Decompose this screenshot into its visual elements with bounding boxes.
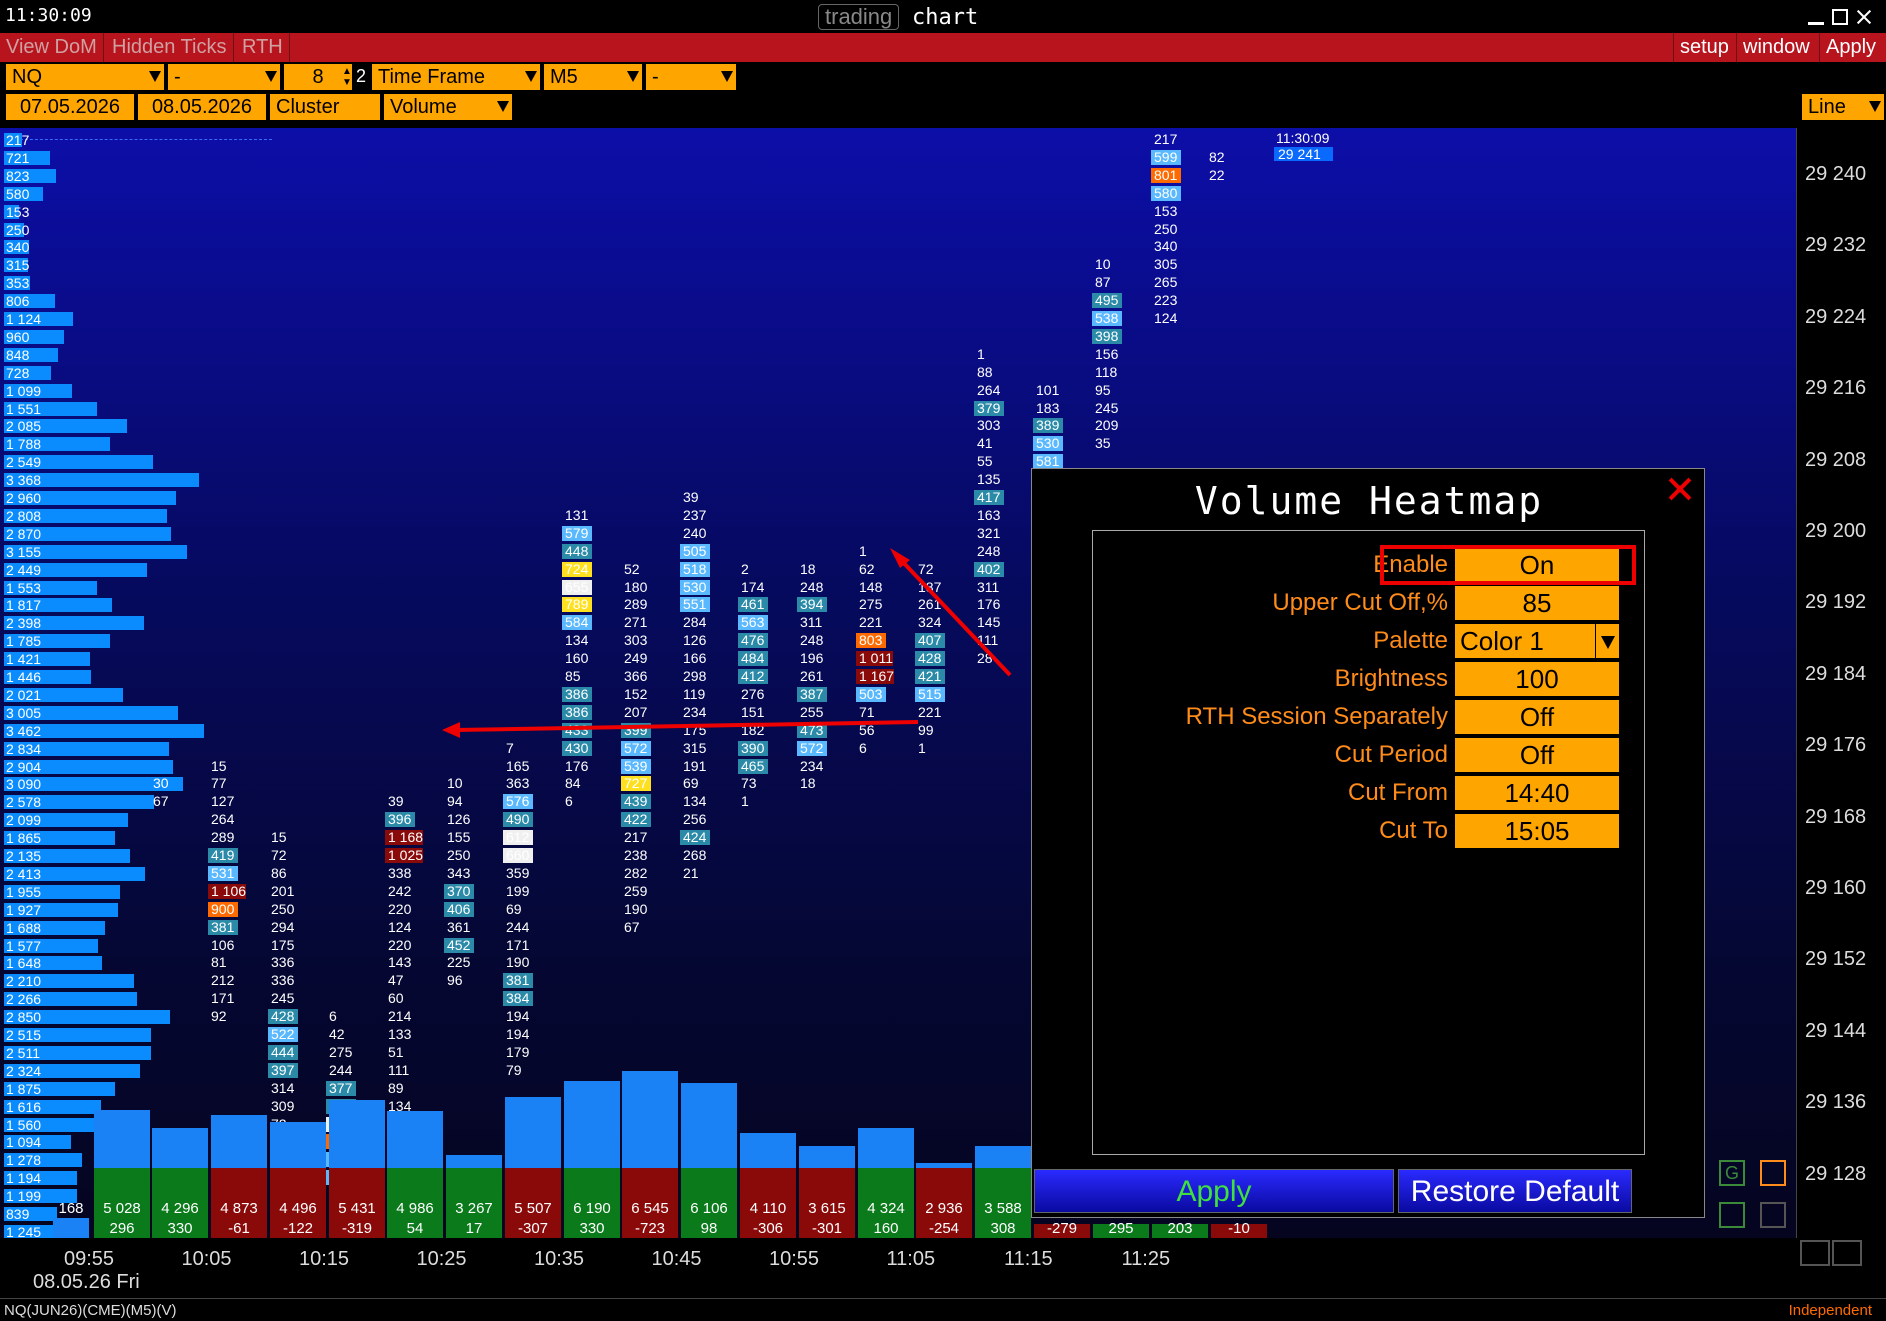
apply-button[interactable]: Apply: [1034, 1169, 1394, 1213]
mode-label: Independent: [1788, 1302, 1872, 1319]
setting-value[interactable]: 85: [1455, 586, 1619, 620]
setting-row: Cut Period Off: [1093, 738, 1646, 772]
setting-label: Palette: [1373, 627, 1448, 654]
setting-row: Brightness 100: [1093, 662, 1646, 696]
setting-row: Cut From 14:40: [1093, 776, 1646, 810]
setting-value[interactable]: 100: [1455, 662, 1619, 696]
scroll-right-icon[interactable]: [1832, 1240, 1862, 1266]
setting-value[interactable]: Color 1: [1455, 624, 1619, 658]
grid-icon[interactable]: G: [1719, 1160, 1745, 1186]
setting-row: Enable On: [1093, 545, 1646, 585]
close-icon[interactable]: [1666, 475, 1694, 503]
tag-icon[interactable]: [1760, 1160, 1786, 1186]
annotation-arrow-2: [454, 720, 919, 732]
setting-label: RTH Session Separately: [1185, 703, 1448, 730]
scroll-left-icon[interactable]: [1800, 1240, 1830, 1266]
annotation-arrow-1: [898, 557, 1012, 677]
crosshair-icon[interactable]: [1719, 1202, 1745, 1228]
setting-label: Upper Cut Off,%: [1272, 589, 1448, 616]
restore-default-button[interactable]: Restore Default: [1398, 1169, 1632, 1213]
setting-label: Brightness: [1334, 665, 1448, 692]
setting-value[interactable]: 14:40: [1455, 776, 1619, 810]
trading-chart-window: 11:30:09 trading chart View DoM Hidden T…: [0, 0, 1886, 1321]
setting-label: Cut From: [1347, 779, 1448, 806]
volume-heatmap-dialog: Volume Heatmap Enable On Upper Cut Off,% 85…: [1031, 468, 1705, 1218]
expand-icon[interactable]: [1760, 1202, 1786, 1228]
setting-value[interactable]: 15:05: [1455, 814, 1619, 848]
status-bar: NQ(JUN26)(CME)(M5)(V) Independent: [0, 1298, 1886, 1321]
dialog-title: Volume Heatmap: [1194, 479, 1544, 523]
setting-value[interactable]: Off: [1455, 738, 1619, 772]
settings-panel: Enable On Upper Cut Off,% 85 Palette Color 1 B…: [1092, 530, 1645, 1155]
arrow-head-icon: [442, 722, 460, 738]
setting-label: Cut Period: [1334, 741, 1448, 768]
setting-value[interactable]: Off: [1455, 700, 1619, 734]
instrument-label: NQ(JUN26)(CME)(M5)(V): [4, 1302, 177, 1319]
setting-label: Cut To: [1379, 817, 1448, 844]
setting-row: Cut To 15:05: [1093, 814, 1646, 848]
highlight-box: [1380, 545, 1636, 585]
setting-row: Upper Cut Off,% 85: [1093, 586, 1646, 620]
setting-row: RTH Session Separately Off: [1093, 700, 1646, 734]
dropdown-arrow-icon: [1595, 624, 1619, 658]
setting-row: Palette Color 1: [1093, 624, 1646, 658]
